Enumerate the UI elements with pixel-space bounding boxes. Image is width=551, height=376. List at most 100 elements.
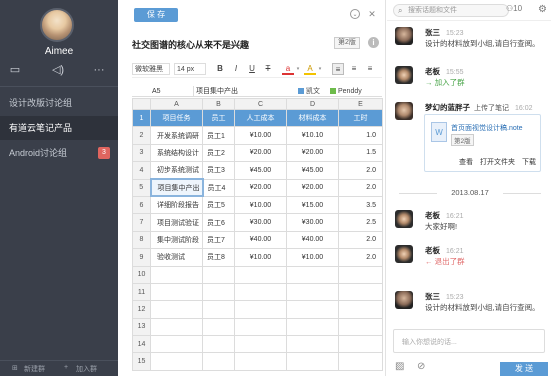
row-number[interactable]: 7 (132, 213, 151, 232)
table-cell[interactable]: 项目任务 (150, 108, 203, 128)
group-item-android[interactable]: Android讨论组 3 (0, 141, 118, 165)
row-number[interactable]: 6 (132, 195, 151, 215)
align-left-icon[interactable]: ≡ (332, 63, 344, 75)
table-cell[interactable] (150, 335, 203, 354)
table-cell[interactable]: 人工成本 (234, 108, 287, 128)
table-cell[interactable]: 2.0 (338, 248, 383, 267)
table-cell[interactable]: 员工4 (202, 178, 235, 197)
row-number[interactable]: 8 (132, 230, 151, 250)
table-cell[interactable] (202, 335, 235, 354)
table-cell[interactable] (234, 335, 287, 354)
table-cell[interactable]: ¥10.00 (234, 248, 287, 267)
table-cell[interactable] (338, 300, 383, 319)
table-cell[interactable] (286, 300, 339, 319)
table-cell[interactable]: 员工2 (202, 143, 235, 163)
row-number[interactable]: 15 (132, 352, 151, 371)
table-cell[interactable]: 项目测试验证 (150, 213, 203, 232)
italic-button[interactable]: I (230, 63, 242, 75)
table-cell[interactable]: 工时 (338, 108, 383, 128)
avatar[interactable] (395, 66, 413, 84)
table-cell[interactable]: 3.5 (338, 195, 383, 215)
column-header[interactable]: C (234, 98, 287, 110)
save-button[interactable]: 保 存 (134, 8, 178, 22)
avatar[interactable] (395, 210, 413, 228)
table-cell[interactable] (202, 282, 235, 302)
file-name[interactable]: 首页面视觉设计稿.note (451, 123, 523, 133)
sheet-corner[interactable] (132, 98, 151, 110)
table-cell[interactable]: ¥20.00 (234, 143, 287, 163)
members-button[interactable]: ⚇10 (506, 4, 522, 13)
table-cell[interactable]: ¥10.00 (234, 195, 287, 215)
table-cell[interactable] (202, 352, 235, 371)
cell-reference[interactable]: A5 (132, 86, 194, 97)
table-cell[interactable]: 员工6 (202, 213, 235, 232)
table-cell[interactable]: ¥10.10 (286, 126, 339, 145)
bold-button[interactable]: B (214, 63, 226, 75)
avatar[interactable] (395, 291, 413, 309)
table-cell[interactable]: ¥10.00 (234, 126, 287, 145)
table-cell[interactable]: 员工 (202, 108, 235, 128)
row-number[interactable]: 13 (132, 317, 151, 337)
table-cell[interactable]: 2.0 (338, 161, 383, 180)
table-cell[interactable]: ¥30.00 (234, 213, 287, 232)
table-cell[interactable]: 2.5 (338, 213, 383, 232)
table-cell[interactable] (202, 265, 235, 284)
column-header[interactable]: A (150, 98, 203, 110)
table-cell[interactable]: 材料成本 (286, 108, 339, 128)
table-cell[interactable] (286, 282, 339, 302)
group-item-note-product[interactable]: 有道云笔记产品 (0, 116, 118, 140)
row-number[interactable]: 3 (132, 143, 151, 163)
message-input[interactable]: 输入你想说的话... (393, 329, 545, 353)
open-folder-link[interactable]: 打开文件夹 (480, 159, 515, 166)
table-cell[interactable] (286, 352, 339, 371)
table-cell[interactable]: ¥20.00 (286, 178, 339, 197)
table-cell[interactable] (286, 317, 339, 337)
table-cell[interactable] (286, 335, 339, 354)
expand-icon[interactable]: ⌄ (350, 9, 360, 19)
table-cell[interactable]: 验收测试 (150, 248, 203, 267)
table-cell[interactable]: 项目集中产出 (149, 178, 204, 198)
font-family-select[interactable]: 微软雅黑 (132, 63, 170, 75)
message-icon[interactable]: ▭ (7, 63, 23, 77)
column-header[interactable]: E (338, 98, 383, 110)
align-right-icon[interactable]: ≡ (364, 63, 376, 75)
table-cell[interactable] (338, 265, 383, 284)
column-header[interactable]: B (202, 98, 235, 110)
speaker-icon[interactable]: ◁) (50, 63, 66, 77)
table-cell[interactable]: ¥45.00 (234, 161, 287, 180)
table-cell[interactable] (338, 352, 383, 371)
more-icon[interactable]: ··· (91, 63, 107, 77)
join-group-button[interactable]: 加入群 (76, 364, 97, 374)
table-cell[interactable]: 2.0 (338, 178, 383, 197)
gear-icon[interactable]: ⚙ (538, 4, 547, 15)
row-number[interactable]: 12 (132, 300, 151, 319)
table-cell[interactable]: 员工1 (202, 126, 235, 145)
font-color-dropdown-icon[interactable]: ▾ (292, 63, 304, 75)
strikethrough-button[interactable]: T (262, 63, 274, 75)
table-cell[interactable] (286, 265, 339, 284)
image-icon[interactable]: ▨ (395, 361, 404, 372)
fill-color-dropdown-icon[interactable]: ▾ (314, 63, 326, 75)
row-number[interactable]: 9 (132, 248, 151, 267)
table-cell[interactable] (234, 282, 287, 302)
font-size-select[interactable]: 14 px (174, 63, 206, 75)
search-input[interactable]: ⌕ 搜索话题和文件 (393, 4, 509, 17)
table-cell[interactable]: 1.0 (338, 126, 383, 145)
table-cell[interactable] (234, 300, 287, 319)
avatar[interactable] (395, 102, 413, 120)
table-cell[interactable] (150, 265, 203, 284)
cell-value[interactable]: 项目集中产出 (196, 86, 238, 97)
row-number[interactable]: 4 (132, 161, 151, 180)
table-cell[interactable]: 初步系统测试 (150, 161, 203, 180)
table-cell[interactable] (234, 265, 287, 284)
table-cell[interactable] (150, 282, 203, 302)
table-cell[interactable]: 系统结构设计 (150, 143, 203, 163)
table-cell[interactable]: 集中测试阶段 (150, 230, 203, 250)
table-cell[interactable]: 员工5 (202, 195, 235, 215)
align-center-icon[interactable]: ≡ (348, 63, 360, 75)
avatar[interactable] (395, 245, 413, 263)
column-header[interactable]: D (286, 98, 339, 110)
new-group-icon[interactable]: ⊞ (12, 364, 18, 372)
join-group-icon[interactable]: + (64, 364, 68, 371)
table-cell[interactable]: ¥20.00 (234, 178, 287, 197)
